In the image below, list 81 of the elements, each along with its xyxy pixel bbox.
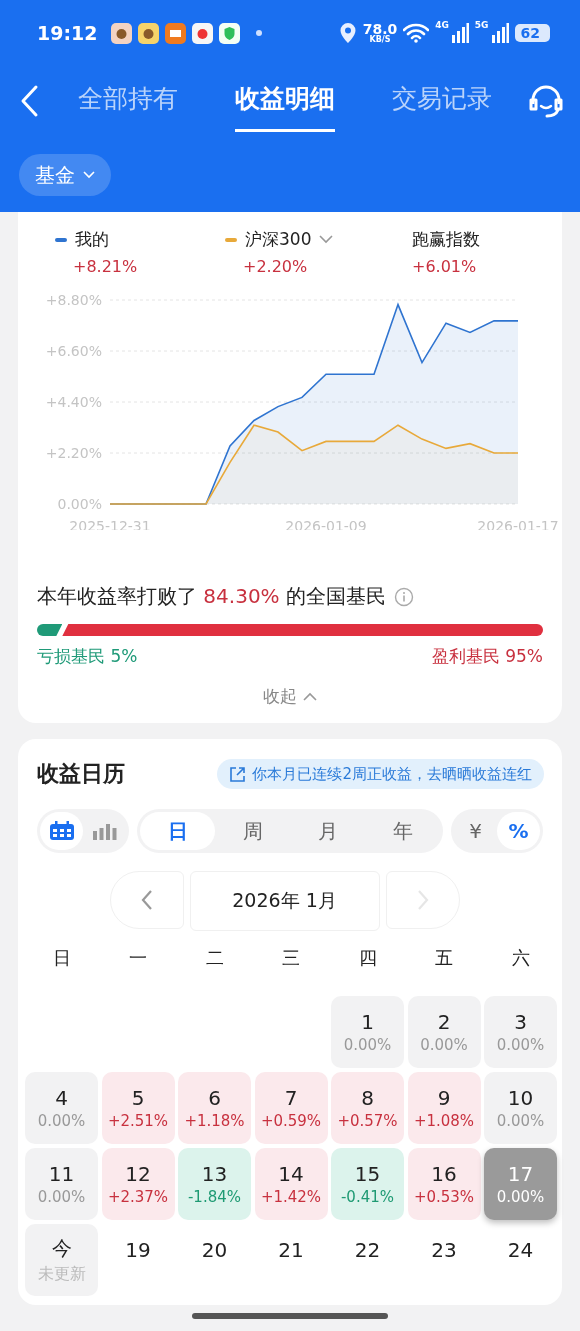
unit-toggle[interactable]: % — [497, 812, 540, 850]
chevron-down-icon — [83, 171, 95, 179]
location-pin-icon — [338, 22, 357, 44]
weekday-label: 一 — [128, 946, 148, 970]
period-tab[interactable]: 日 — [140, 812, 215, 850]
weekday-label: 五 — [434, 946, 454, 970]
legend-value: +6.01% — [412, 257, 478, 276]
network-type: 4G — [435, 20, 449, 30]
legend-label[interactable]: 沪深300 — [245, 228, 312, 251]
calendar-title: 收益日历 — [37, 760, 125, 788]
calendar-day[interactable]: 4 0.00% — [25, 1072, 98, 1144]
weekday-label: 六 — [510, 946, 531, 970]
app-notification-icon — [192, 22, 214, 44]
signal-bars-icon — [490, 23, 509, 43]
axis-tick-label: +8.80% — [45, 292, 102, 308]
calendar-day[interactable]: 8 +0.57% — [331, 1072, 404, 1144]
period-tab[interactable]: 月 — [290, 812, 365, 850]
network-speed: 78.0 KB/S — [362, 22, 398, 44]
wifi-icon — [403, 23, 430, 43]
share-icon — [229, 765, 247, 783]
chevron-down-icon[interactable] — [319, 235, 334, 244]
app-notification-icon — [165, 22, 187, 44]
calendar-day[interactable]: 5 +2.51% — [101, 1072, 175, 1144]
calendar-day[interactable]: 6 +1.18% — [178, 1072, 251, 1144]
calendar-icon — [48, 821, 75, 841]
network-type: 5G — [474, 20, 489, 30]
calendar-day[interactable]: 21 — [254, 1224, 328, 1296]
chevron-up-icon — [303, 692, 317, 701]
headset-icon[interactable] — [528, 84, 564, 118]
calendar-day[interactable]: 16 +0.53% — [407, 1148, 481, 1220]
calendar-day[interactable]: 2 0.00% — [407, 996, 481, 1068]
weekday-label: 三 — [281, 946, 301, 970]
calendar-day[interactable]: 15 -0.41% — [331, 1148, 404, 1220]
chevron-left-icon — [140, 889, 153, 911]
period-tab[interactable]: 年 — [365, 812, 440, 850]
calendar-day[interactable]: 13 -1.84% — [178, 1148, 251, 1220]
calendar-day[interactable]: 23 — [407, 1224, 481, 1296]
app-notification-icon — [111, 22, 133, 44]
unit-toggle[interactable]: ¥ — [454, 812, 497, 850]
app-notification-icon — [219, 22, 241, 44]
axis-tick-label: +6.60% — [45, 343, 102, 359]
bar-chart-icon — [92, 822, 117, 840]
share-banner[interactable]: 你本月已连续2周正收益，去晒晒收益连红 — [217, 759, 544, 789]
axis-tick-label: 0.00% — [57, 496, 102, 512]
chevron-right-icon — [416, 889, 429, 911]
collapse-button[interactable]: 收起 — [257, 684, 323, 709]
axis-tick-label: +2.20% — [45, 445, 102, 461]
calendar-day[interactable]: 1 0.00% — [331, 996, 404, 1068]
calendar-day[interactable]: 3 0.00% — [484, 996, 557, 1068]
weekday-label: 二 — [204, 946, 225, 970]
calendar-day[interactable]: 19 — [101, 1224, 175, 1296]
legend-value: +8.21% — [72, 257, 139, 276]
calendar-day[interactable]: 20 — [178, 1224, 251, 1296]
clock-time: 19:12 — [37, 22, 98, 44]
loss-label: 亏损基民 5% — [37, 645, 138, 668]
period-tab[interactable]: 周 — [215, 812, 290, 850]
calendar-day[interactable]: 24 — [484, 1224, 557, 1296]
calendar-day[interactable]: 22 — [331, 1224, 404, 1296]
legend-label: 我的 — [75, 228, 109, 251]
calendar-day[interactable]: 9 +1.08% — [407, 1072, 481, 1144]
tab[interactable]: 收益明细 — [235, 70, 335, 132]
app-notification-icon — [138, 22, 160, 44]
month-label: 2026年 1月 — [189, 871, 380, 931]
view-toggle[interactable] — [40, 812, 83, 850]
calendar-day[interactable]: 10 0.00% — [484, 1072, 557, 1144]
signal-bars-icon — [450, 23, 469, 43]
profit-label: 盈利基民 95% — [431, 645, 543, 668]
calendar-day[interactable]: 今 未更新 — [25, 1224, 98, 1296]
calendar-day[interactable]: 7 +0.59% — [254, 1072, 328, 1144]
calendar-day[interactable]: 14 +1.42% — [254, 1148, 328, 1220]
battery-level: 62 — [514, 24, 550, 42]
calendar-day[interactable]: 11 0.00% — [25, 1148, 98, 1220]
weekday-label: 日 — [51, 946, 72, 970]
legend-label: 跑赢指数 — [412, 228, 480, 251]
axis-tick-label: +4.40% — [45, 394, 102, 410]
info-icon[interactable] — [394, 586, 414, 607]
calendar-day[interactable]: 12 +2.37% — [101, 1148, 175, 1220]
ranking-text: 本年收益率打败了 84.30% 的全国基民 — [37, 583, 386, 610]
weekday-label: 四 — [357, 946, 378, 970]
notification-dot — [256, 30, 263, 36]
legend-value: +2.20% — [242, 257, 309, 276]
